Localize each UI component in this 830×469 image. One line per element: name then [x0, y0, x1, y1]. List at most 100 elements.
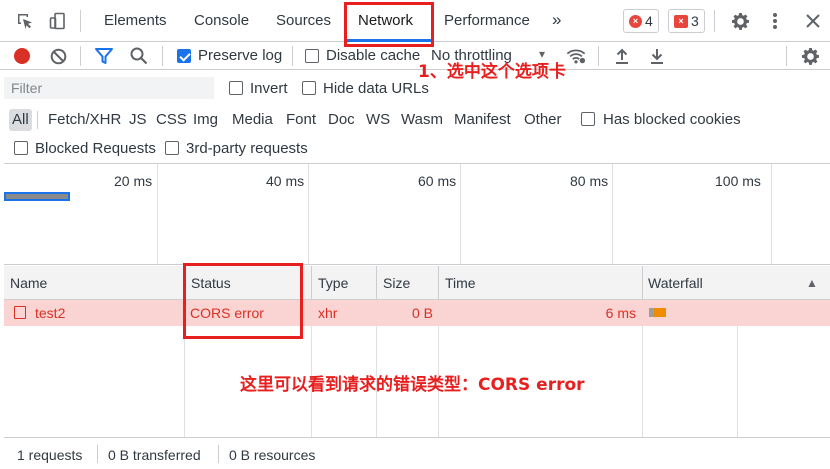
- more-tabs-button[interactable]: »: [552, 10, 561, 30]
- document-icon: [14, 306, 26, 319]
- column-header-size[interactable]: Size: [383, 275, 410, 291]
- export-har-icon[interactable]: [647, 46, 667, 66]
- third-party-requests-checkbox[interactable]: [165, 141, 179, 155]
- column-divider: [642, 326, 643, 437]
- toolbar-divider: [598, 46, 599, 66]
- disable-cache-label: Disable cache: [326, 47, 421, 64]
- table-row[interactable]: test2 CORS error xhr 0 B 6 ms: [4, 300, 830, 326]
- select-tab-annotation: 1、选中这个选项卡: [418, 62, 566, 82]
- request-name[interactable]: test2: [35, 305, 65, 321]
- status-divider: [218, 445, 219, 463]
- type-filter-css[interactable]: CSS: [156, 111, 187, 128]
- toolbar-divider: [714, 10, 715, 32]
- device-toolbar-icon[interactable]: [48, 11, 68, 31]
- overview-gridline: [612, 164, 613, 264]
- network-tab-highlight-box: [344, 2, 434, 47]
- overview-gridline: [308, 164, 309, 264]
- disable-cache-checkbox[interactable]: [305, 49, 319, 63]
- type-filter-other[interactable]: Other: [524, 111, 562, 128]
- request-size: 0 B: [411, 305, 433, 321]
- filter-divider: [37, 111, 38, 129]
- error-count-badge[interactable]: × 4: [623, 9, 659, 33]
- tab-console[interactable]: Console: [194, 12, 249, 29]
- column-header-type[interactable]: Type: [318, 275, 348, 291]
- toolbar-divider: [80, 46, 81, 66]
- type-filter-ws[interactable]: WS: [366, 111, 390, 128]
- tab-elements[interactable]: Elements: [104, 12, 167, 29]
- type-filter-doc[interactable]: Doc: [328, 111, 355, 128]
- overview-request-bar: [4, 192, 70, 201]
- overview-tick-label: 20 ms: [114, 173, 153, 189]
- column-divider: [184, 326, 185, 437]
- tab-performance[interactable]: Performance: [444, 12, 530, 29]
- resources-size: 0 B resources: [229, 447, 316, 463]
- type-filter-manifest[interactable]: Manifest: [454, 111, 511, 128]
- issue-count: 3: [691, 13, 699, 29]
- transferred-size: 0 B transferred: [108, 447, 201, 463]
- invert-checkbox[interactable]: [229, 81, 243, 95]
- column-header-time[interactable]: Time: [445, 275, 476, 291]
- issue-count-badge[interactable]: × 3: [668, 9, 705, 33]
- column-header-name[interactable]: Name: [10, 275, 47, 291]
- timeline-overview[interactable]: 20 ms 40 ms 60 ms 80 ms 100 ms: [4, 163, 830, 265]
- error-icon: ×: [629, 14, 642, 28]
- has-blocked-cookies-label: Has blocked cookies: [603, 111, 741, 128]
- status-bar: 1 requests 0 B transferred 0 B resources: [4, 437, 830, 469]
- close-icon[interactable]: [803, 11, 823, 31]
- type-filter-js[interactable]: JS: [129, 111, 147, 128]
- type-filter-fetch-xhr[interactable]: Fetch/XHR: [48, 111, 121, 128]
- clear-icon[interactable]: [48, 46, 68, 66]
- overview-tick-label: 40 ms: [266, 173, 305, 189]
- more-options-icon[interactable]: [765, 11, 785, 31]
- request-type: xhr: [318, 305, 338, 321]
- overview-gridline: [771, 164, 772, 264]
- network-conditions-icon[interactable]: [566, 46, 586, 66]
- type-filter-all[interactable]: All: [9, 109, 32, 131]
- search-icon[interactable]: [129, 46, 149, 66]
- toolbar-divider: [786, 46, 787, 66]
- type-filter-wasm[interactable]: Wasm: [401, 111, 443, 128]
- column-header-waterfall[interactable]: Waterfall: [648, 275, 703, 291]
- overview-tick-label: 80 ms: [570, 173, 609, 189]
- overview-tick-label: 60 ms: [418, 173, 457, 189]
- settings-gear-icon[interactable]: [730, 11, 750, 31]
- tab-sources[interactable]: Sources: [276, 12, 331, 29]
- blocked-requests-checkbox[interactable]: [14, 141, 28, 155]
- blocked-requests-label: Blocked Requests: [35, 140, 156, 157]
- has-blocked-cookies-checkbox[interactable]: [581, 112, 595, 126]
- sort-ascending-icon[interactable]: ▲: [806, 276, 818, 290]
- request-count: 1 requests: [17, 447, 83, 463]
- overview-gridline: [157, 164, 158, 264]
- filter-input[interactable]: [4, 77, 214, 99]
- column-divider[interactable]: [311, 266, 312, 300]
- third-party-requests-label: 3rd-party requests: [186, 140, 308, 157]
- toolbar-divider: [162, 46, 163, 66]
- overview-gridline: [460, 164, 461, 264]
- preserve-log-checkbox[interactable]: [177, 49, 191, 63]
- status-divider: [97, 445, 98, 463]
- type-filter-img[interactable]: Img: [193, 111, 218, 128]
- import-har-icon[interactable]: [612, 46, 632, 66]
- column-divider[interactable]: [438, 266, 439, 300]
- cors-error-annotation: 这里可以看到请求的错误类型：CORS error: [240, 375, 585, 395]
- hide-data-urls-label: Hide data URLs: [323, 80, 429, 97]
- issue-icon: ×: [674, 14, 688, 28]
- invert-label: Invert: [250, 80, 288, 97]
- error-count: 4: [645, 13, 653, 29]
- record-icon[interactable]: [12, 46, 32, 66]
- filter-icon[interactable]: [94, 46, 114, 66]
- request-table-header: Name Status Type Size Time Waterfall ▲: [4, 266, 830, 300]
- toolbar-divider: [80, 10, 81, 32]
- toolbar-divider: [292, 46, 293, 66]
- inspect-element-icon[interactable]: [15, 11, 35, 31]
- preserve-log-label: Preserve log: [198, 47, 283, 64]
- request-time: 6 ms: [605, 305, 636, 321]
- network-settings-gear-icon[interactable]: [800, 46, 820, 66]
- column-divider[interactable]: [376, 266, 377, 300]
- hide-data-urls-checkbox[interactable]: [302, 81, 316, 95]
- type-filter-font[interactable]: Font: [286, 111, 316, 128]
- waterfall-timing-bar: [654, 308, 666, 317]
- overview-tick-label: 100 ms: [715, 173, 761, 189]
- column-divider[interactable]: [642, 266, 643, 300]
- type-filter-media[interactable]: Media: [232, 111, 273, 128]
